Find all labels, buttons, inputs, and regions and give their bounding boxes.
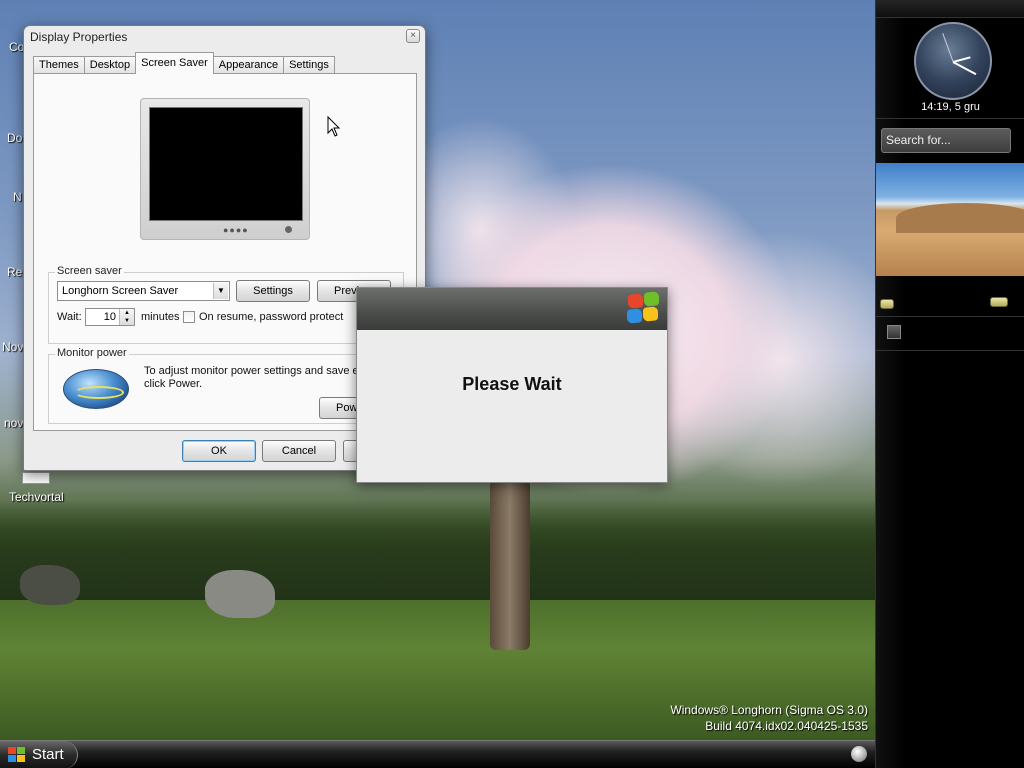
watermark-line2: Build 4074.idx02.040425-1535: [705, 719, 868, 733]
wait-minutes-value: 10: [103, 311, 116, 323]
sidebar-top-bar[interactable]: [876, 0, 1024, 18]
desktop-icon-label[interactable]: Do: [7, 131, 22, 145]
desktop-icon-label[interactable]: Techvortal: [9, 490, 64, 504]
monitor-preview: ●●●●: [140, 98, 310, 240]
monitor-power-text-line1: To adjust monitor power settings and sav…: [144, 365, 365, 377]
wait-minutes-stepper[interactable]: 10 ▲ ▼: [85, 308, 135, 326]
close-icon: ×: [410, 30, 416, 41]
sidebar-search-input[interactable]: Search for...: [881, 128, 1011, 153]
taskbar: Start: [0, 740, 875, 768]
chat-bubbles-icon[interactable]: [990, 297, 1008, 307]
sidebar: 14:19, 5 gru Search for...: [875, 0, 1024, 768]
password-protect-checkbox[interactable]: [183, 311, 195, 323]
watermark-line1: Windows® Longhorn (Sigma OS 3.0): [670, 703, 868, 717]
cancel-button[interactable]: Cancel: [262, 440, 336, 462]
chevron-down-icon: ▼: [213, 283, 228, 299]
gadget-tile-icon[interactable]: [887, 325, 901, 339]
tab-themes[interactable]: Themes: [33, 56, 85, 74]
mouse-cursor-icon: [327, 116, 341, 137]
screen-saver-settings-button[interactable]: Settings: [236, 280, 310, 302]
monitor-power-text-line2: click Power.: [144, 378, 203, 390]
spinner-arrows-icon[interactable]: ▲ ▼: [119, 309, 134, 325]
energy-star-icon: [63, 369, 129, 409]
minutes-label: minutes: [141, 311, 180, 323]
start-label: Start: [32, 746, 64, 763]
password-protect-label: On resume, password protect: [199, 311, 344, 323]
build-watermark: Windows® Longhorn (Sigma OS 3.0) Build 4…: [670, 702, 868, 734]
close-button[interactable]: ×: [406, 29, 420, 43]
clock-minute-hand-icon: [952, 61, 977, 76]
slideshow-gadget[interactable]: [876, 163, 1024, 276]
windows-flag-icon: [8, 747, 26, 763]
clock-second-hand-icon: [942, 33, 954, 62]
windows-flag-icon: [626, 291, 660, 324]
photo-dune: [896, 203, 1024, 233]
desktop-icon-label[interactable]: Nov: [2, 340, 23, 354]
sidebar-divider: [876, 118, 1024, 119]
desktop-icon-label[interactable]: N: [13, 190, 22, 204]
clock-text: 14:19, 5 gru: [921, 101, 980, 113]
monitor-power-led-icon: [285, 226, 292, 233]
please-wait-header: [357, 288, 667, 330]
techvortal-shortcut-icon[interactable]: [22, 472, 50, 484]
wallpaper-tree-trunk: [490, 480, 530, 650]
start-button[interactable]: Start: [0, 741, 78, 768]
please-wait-dialog: Please Wait: [356, 287, 668, 483]
screen-saver-group: Screen saver Longhorn Screen Saver ▼ Set…: [48, 265, 404, 344]
tab-settings[interactable]: Settings: [283, 56, 335, 74]
monitor-buttons-icon: ●●●●: [223, 225, 249, 235]
chat-bubble-icon[interactable]: [880, 299, 894, 309]
ok-button[interactable]: OK: [182, 440, 256, 462]
screen-saver-group-label: Screen saver: [55, 265, 124, 277]
sidebar-divider: [876, 350, 1024, 351]
monitor-preview-screen: [149, 107, 303, 221]
tab-desktop[interactable]: Desktop: [83, 56, 137, 74]
clock-hour-hand-icon: [952, 56, 971, 63]
wallpaper-rock: [205, 570, 275, 618]
screen-saver-select[interactable]: Longhorn Screen Saver ▼: [57, 281, 230, 301]
wait-label: Wait:: [57, 311, 82, 323]
screen-saver-selected: Longhorn Screen Saver: [62, 285, 179, 297]
window-title: Display Properties: [30, 30, 128, 44]
monitor-power-group: Monitor power To adjust monitor power se…: [48, 347, 404, 424]
tab-appearance[interactable]: Appearance: [212, 56, 285, 74]
tab-strip: Themes Desktop Screen Saver Appearance S…: [33, 52, 335, 74]
monitor-power-group-label: Monitor power: [55, 347, 129, 359]
tray-orb-icon[interactable]: [851, 746, 867, 762]
tab-screen-saver[interactable]: Screen Saver: [135, 52, 214, 74]
clock-gadget[interactable]: [914, 22, 992, 100]
desktop-icon-label[interactable]: nov: [4, 416, 23, 430]
wallpaper-rock-dark: [20, 565, 80, 605]
sidebar-divider: [876, 316, 1024, 317]
please-wait-message: Please Wait: [462, 374, 562, 394]
